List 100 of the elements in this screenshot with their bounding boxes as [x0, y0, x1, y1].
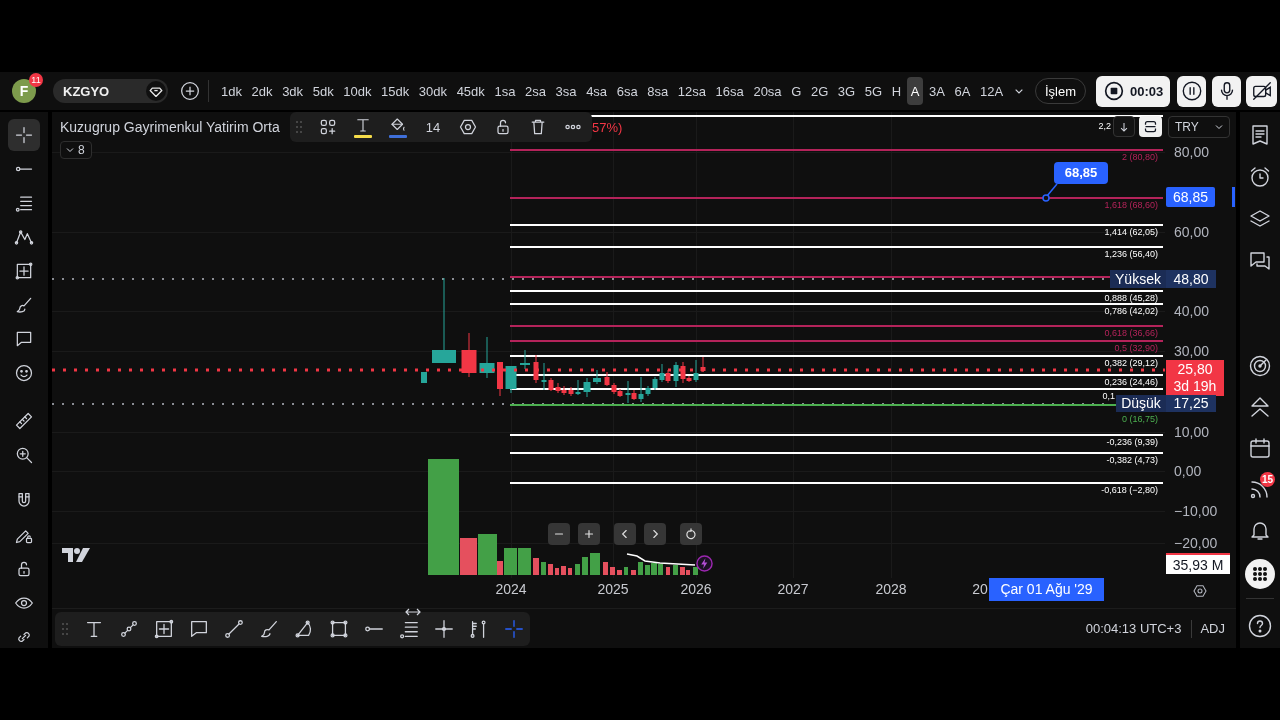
zigzag-icon[interactable] [14, 227, 34, 247]
interval-tab[interactable]: 3sa [551, 77, 581, 105]
fib-level-label: 0,618 (36,66) [1104, 328, 1158, 338]
interval-tab[interactable]: A [906, 77, 924, 105]
interval-tab[interactable]: 20sa [749, 77, 786, 105]
color-swatch-icon[interactable] [354, 135, 372, 138]
symbol-search-button[interactable]: KZGYO [53, 79, 168, 103]
cursor-price-label: 68,85 [1166, 187, 1215, 207]
zoom-in-icon[interactable] [14, 445, 34, 465]
interval-tab[interactable]: 6sa [612, 77, 642, 105]
calendar-icon[interactable] [1248, 436, 1272, 460]
interval-tab[interactable]: G [787, 77, 806, 105]
notification-badge: 15 [1260, 472, 1276, 487]
interval-tab[interactable]: 3G [833, 77, 860, 105]
alarm-clock-icon[interactable] [1248, 165, 1272, 189]
target-icon[interactable] [1248, 354, 1272, 378]
volume-average-line [626, 553, 696, 566]
smiley-icon[interactable] [14, 363, 34, 383]
interval-tab[interactable]: 1dk [217, 77, 246, 105]
volume-bar [624, 567, 628, 575]
interval-tab[interactable]: 2G [806, 77, 833, 105]
interval-tab[interactable]: 6A [950, 77, 975, 105]
interval-tab[interactable]: 4sa [582, 77, 612, 105]
volume-bar [673, 565, 678, 575]
volume-bar [555, 568, 559, 575]
grid-plus-icon[interactable] [318, 117, 338, 137]
interval-tab[interactable]: 5G [860, 77, 887, 105]
drag-handle-icon[interactable] [296, 120, 302, 134]
price-callout[interactable]: 68,85 [1054, 162, 1108, 184]
fib-level-label: -0,236 (9,39) [1106, 437, 1158, 447]
interval-tab[interactable]: 5dk [308, 77, 338, 105]
interval-tab[interactable]: H [887, 77, 906, 105]
reset-button[interactable] [680, 523, 702, 545]
interval-tab[interactable]: 2dk [247, 77, 277, 105]
volume-bar [610, 567, 615, 575]
interval-tab[interactable]: 12sa [673, 77, 710, 105]
symbol-title: Kuzugrup Gayrimenkul Yatirim Orta [60, 119, 280, 135]
price-axis-label: −20,00 [1174, 535, 1218, 551]
crosshair-icon[interactable] [8, 119, 40, 151]
interval-tab[interactable]: 3A [925, 77, 949, 105]
scroll-left-button[interactable] [614, 523, 636, 545]
volume-bar [541, 562, 546, 575]
interval-tab[interactable]: 30dk [414, 77, 452, 105]
volume-bar [533, 558, 539, 575]
fib-level-label: -0,618 (−2,80) [1101, 485, 1158, 495]
low-price-label: 17,25 [1166, 395, 1216, 412]
pause-button[interactable] [1177, 75, 1206, 107]
interval-tab[interactable]: 1sa [490, 77, 520, 105]
paint-bucket-icon[interactable] [389, 116, 407, 134]
price-axis-label: −10,00 [1174, 503, 1218, 519]
recording-button[interactable]: 00:03 [1096, 75, 1170, 107]
scroll-right-button[interactable] [644, 523, 666, 545]
help-icon[interactable] [1248, 614, 1272, 638]
logo-icon [62, 548, 90, 562]
adjustment-button[interactable]: ADJ [1200, 621, 1225, 636]
volume-bar [693, 567, 698, 575]
pause-icon [1180, 80, 1203, 102]
anchor-point-icon[interactable] [1042, 194, 1050, 202]
settings-icon[interactable] [458, 117, 478, 137]
candle [479, 336, 495, 379]
indicators-toggle[interactable]: 8 [60, 141, 92, 159]
font-size-button[interactable]: 14 [423, 119, 443, 135]
chat-icon[interactable] [1248, 249, 1272, 273]
frame-button[interactable] [1139, 116, 1162, 137]
candle [461, 332, 477, 378]
add-icon[interactable] [180, 81, 200, 101]
interval-tab[interactable]: 15dk [377, 77, 414, 105]
interval-tab[interactable]: 8sa [643, 77, 673, 105]
settings-icon[interactable] [1192, 583, 1208, 599]
high-price-label: 48,80 [1166, 270, 1216, 288]
grid-box-icon[interactable] [14, 261, 34, 281]
lightning-icon[interactable] [696, 555, 713, 572]
interval-tab[interactable]: 45dk [452, 77, 489, 105]
microphone-button[interactable] [1212, 75, 1241, 107]
zoom-out-button[interactable] [548, 523, 570, 545]
interval-tab[interactable]: 3dk [278, 77, 308, 105]
scroll-button[interactable] [1113, 116, 1135, 137]
apps-icon[interactable] [1245, 559, 1275, 589]
brush-icon[interactable] [14, 295, 34, 315]
zoom-in-button[interactable] [578, 523, 600, 545]
interval-tab[interactable]: 2sa [521, 77, 550, 105]
currency-dropdown[interactable]: TRY [1168, 116, 1230, 138]
grid-box-icon[interactable] [153, 617, 175, 640]
price-change-text: 57%) [592, 120, 623, 136]
fib-level-label: 0,1 [1102, 391, 1115, 401]
cross-icon[interactable] [433, 617, 455, 640]
line-icon[interactable] [223, 617, 245, 640]
color-swatch-icon[interactable] [389, 135, 407, 138]
volume-bar [568, 568, 572, 575]
camera-off-button[interactable] [1246, 75, 1277, 107]
drag-handle-icon[interactable] [62, 621, 68, 636]
interval-tab[interactable]: 12A [976, 77, 1008, 105]
speech-bubble-icon[interactable] [14, 329, 34, 349]
rectangle-icon[interactable] [328, 617, 350, 640]
interval-tab[interactable]: 10dk [339, 77, 376, 105]
price-axis-label: 60,00 [1174, 224, 1210, 240]
text-icon[interactable] [354, 116, 372, 134]
volume-bar [617, 570, 622, 575]
ruler-icon[interactable] [14, 411, 34, 431]
interval-tab[interactable]: 16sa [711, 77, 748, 105]
